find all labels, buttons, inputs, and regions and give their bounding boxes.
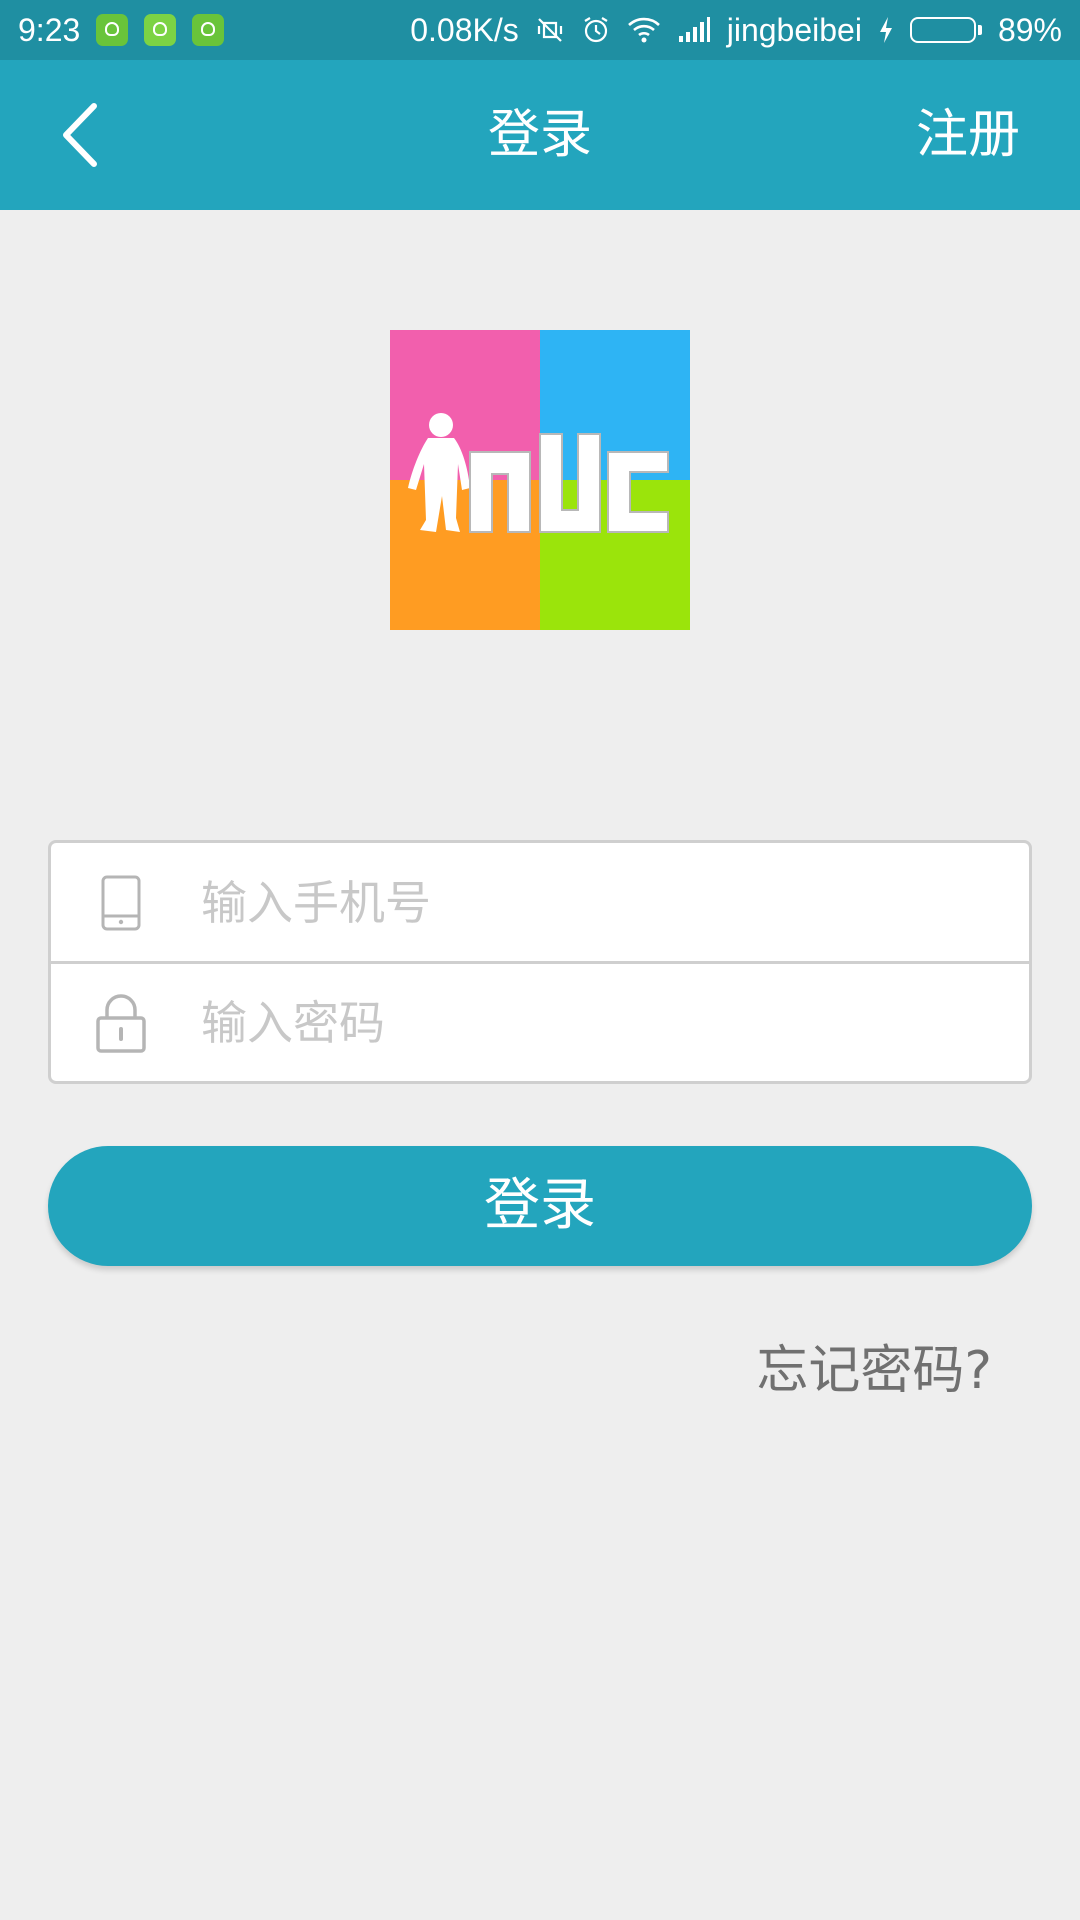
status-bar: 9:23 0.08K/s jingbeibei 89% (0, 0, 1080, 60)
password-input[interactable] (201, 996, 1029, 1050)
phone-row (51, 843, 1029, 963)
phone-input[interactable] (201, 876, 1029, 930)
wifi-icon (627, 16, 661, 44)
phone-icon (51, 874, 191, 932)
status-left: 9:23 (18, 11, 225, 49)
charging-icon (878, 16, 894, 44)
carrier-name: jingbeibei (726, 11, 862, 48)
login-form (48, 840, 1032, 1084)
forgot-password-link[interactable]: 忘记密码? (756, 1328, 992, 1403)
vibrate-off-icon (535, 15, 565, 45)
app-logo (390, 330, 690, 630)
lock-icon (51, 992, 191, 1054)
app-bar: 登录 注册 (0, 60, 1080, 210)
battery-icon (909, 17, 982, 43)
nuc-logo-image (390, 330, 690, 630)
password-row (51, 963, 1029, 1083)
status-net-speed: 0.08K/s (410, 11, 519, 48)
android-notification-icon (96, 14, 129, 46)
login-button[interactable]: 登录 (48, 1146, 1032, 1266)
alarm-icon (581, 15, 611, 45)
signal-icon (677, 16, 711, 44)
android-notification-icon-2 (192, 14, 225, 46)
status-time: 9:23 (18, 11, 81, 48)
battery-percent: 89% (997, 11, 1062, 48)
status-right: 0.08K/s jingbeibei 89% (410, 12, 1062, 49)
battery-notification-icon (144, 14, 177, 46)
register-button[interactable]: 注册 (916, 60, 1020, 210)
